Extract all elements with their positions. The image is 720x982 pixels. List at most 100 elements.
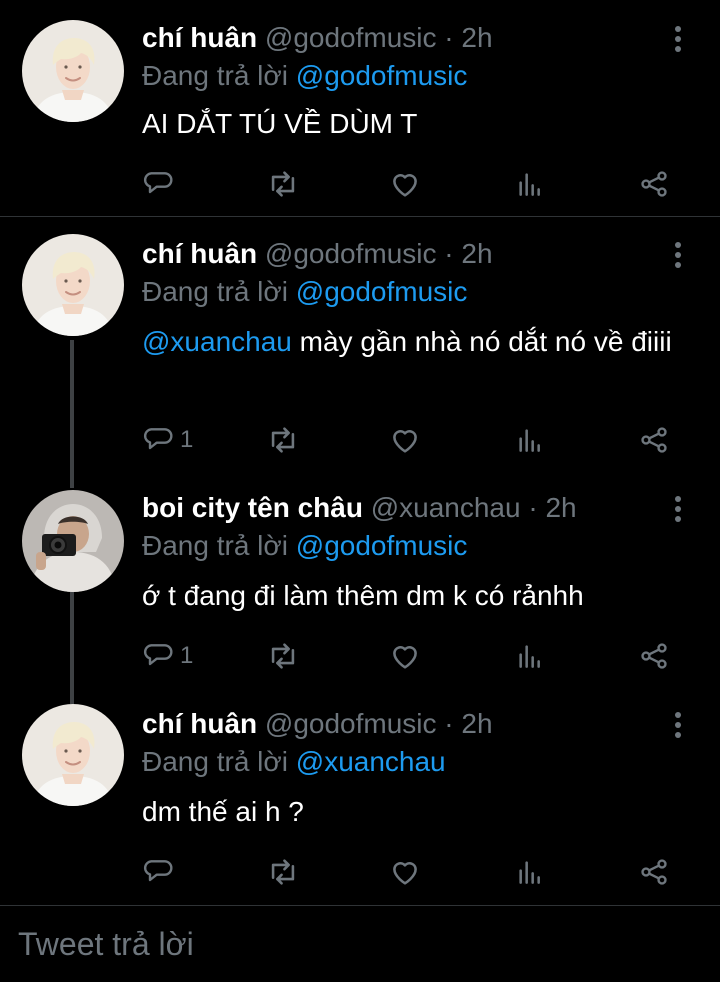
replying-to-mention[interactable]: @xuanchau (296, 746, 446, 777)
reply-count: 1 (180, 426, 194, 453)
analytics-button[interactable] (514, 636, 546, 676)
user-handle[interactable]: @godofmusic (265, 238, 437, 269)
reply-icon (142, 640, 174, 672)
share-button[interactable] (638, 164, 670, 204)
tweet-text-body: ớ t đang đi làm thêm dm k có rảnhh (142, 580, 584, 611)
retweet-icon (266, 167, 300, 201)
timestamp[interactable]: 2h (461, 708, 492, 739)
timestamp[interactable]: 2h (461, 238, 492, 269)
more-icon[interactable] (666, 24, 690, 54)
replying-to-mention[interactable]: @godofmusic (296, 276, 468, 307)
retweet-icon (266, 423, 300, 457)
like-icon (388, 167, 422, 201)
tweet-header: chí huân @godofmusic · 2h (142, 18, 493, 58)
analytics-button[interactable] (514, 420, 546, 460)
like-button[interactable] (388, 164, 422, 204)
more-icon[interactable] (666, 494, 690, 524)
share-button[interactable] (638, 420, 670, 460)
replying-to-mention[interactable]: @godofmusic (296, 60, 468, 91)
analytics-icon (514, 640, 546, 672)
more-icon[interactable] (666, 240, 690, 270)
replying-to: Đang trả lời @godofmusic (142, 526, 467, 566)
replying-to-mention[interactable]: @godofmusic (296, 530, 468, 561)
reply-input[interactable]: Tweet trả lời (18, 926, 194, 963)
timestamp[interactable]: 2h (545, 492, 576, 523)
like-button[interactable] (388, 852, 422, 892)
tweet-text-body: mày gần nhà nó dắt nó về điiii (291, 326, 672, 357)
retweet-icon (266, 855, 300, 889)
tweet-text: ớ t đang đi làm thêm dm k có rảnhh (142, 576, 702, 616)
profile-photo (22, 490, 124, 592)
display-name[interactable]: chí huân (142, 708, 257, 739)
tweet-text: @xuanchau mày gần nhà nó dắt nó về điiii (142, 322, 702, 362)
share-button[interactable] (638, 636, 670, 676)
like-icon (388, 423, 422, 457)
avatar[interactable] (22, 234, 124, 336)
reply-count: 1 (180, 642, 194, 669)
like-button[interactable] (388, 636, 422, 676)
analytics-icon (514, 424, 546, 456)
user-handle[interactable]: @godofmusic (265, 708, 437, 739)
replying-to-label: Đang trả lời (142, 276, 288, 307)
share-icon (638, 856, 670, 888)
tweet-header: chí huân @godofmusic · 2h (142, 234, 493, 274)
replying-to-label: Đang trả lời (142, 746, 288, 777)
analytics-button[interactable] (514, 164, 546, 204)
separator-dot: · (528, 492, 538, 523)
divider (0, 216, 720, 217)
display-name[interactable]: chí huân (142, 238, 257, 269)
tweet-actions: 1 (0, 636, 720, 676)
tweet-mention[interactable]: @xuanchau (142, 326, 292, 357)
tweet-text: AI DẮT TÚ VỀ DÙM T (142, 104, 702, 144)
profile-photo (22, 234, 124, 336)
share-icon (638, 168, 670, 200)
like-button[interactable] (388, 420, 422, 460)
analytics-icon (514, 168, 546, 200)
tweet-header: boi city tên châu @xuanchau · 2h (142, 488, 577, 528)
tweet-actions (0, 852, 720, 892)
profile-photo (22, 704, 124, 806)
share-icon (638, 424, 670, 456)
retweet-button[interactable] (266, 420, 300, 460)
reply-button[interactable] (142, 852, 180, 892)
like-icon (388, 639, 422, 673)
replying-to: Đang trả lời @godofmusic (142, 272, 467, 312)
avatar[interactable] (22, 20, 124, 122)
user-handle[interactable]: @godofmusic (265, 22, 437, 53)
display-name[interactable]: boi city tên châu (142, 492, 363, 523)
profile-photo (22, 20, 124, 122)
separator-dot: · (444, 22, 454, 53)
display-name[interactable]: chí huân (142, 22, 257, 53)
timestamp[interactable]: 2h (461, 22, 492, 53)
tweet-actions: 1 (0, 420, 720, 460)
reply-icon (142, 424, 174, 456)
share-icon (638, 640, 670, 672)
share-button[interactable] (638, 852, 670, 892)
tweet-actions (0, 164, 720, 204)
replying-to-label: Đang trả lời (142, 530, 288, 561)
retweet-button[interactable] (266, 636, 300, 676)
separator-dot: · (444, 238, 454, 269)
more-icon[interactable] (666, 710, 690, 740)
retweet-button[interactable] (266, 164, 300, 204)
tweet-text: dm thế ai h ? (142, 792, 702, 832)
like-icon (388, 855, 422, 889)
replying-to: Đang trả lời @xuanchau (142, 742, 446, 782)
reply-icon (142, 168, 174, 200)
thread-line (70, 340, 74, 488)
reply-button[interactable] (142, 164, 180, 204)
analytics-icon (514, 856, 546, 888)
reply-button[interactable]: 1 (142, 636, 193, 676)
user-handle[interactable]: @xuanchau (371, 492, 521, 523)
reply-composer: Tweet trả lời (0, 905, 720, 982)
avatar[interactable] (22, 704, 124, 806)
retweet-button[interactable] (266, 852, 300, 892)
tweet-text-body: AI DẮT TÚ VỀ DÙM T (142, 108, 418, 139)
avatar[interactable] (22, 490, 124, 592)
reply-button[interactable]: 1 (142, 420, 193, 460)
tweet-text-body: dm thế ai h ? (142, 796, 304, 827)
replying-to: Đang trả lời @godofmusic (142, 56, 467, 96)
tweet-header: chí huân @godofmusic · 2h (142, 704, 493, 744)
analytics-button[interactable] (514, 852, 546, 892)
replying-to-label: Đang trả lời (142, 60, 288, 91)
